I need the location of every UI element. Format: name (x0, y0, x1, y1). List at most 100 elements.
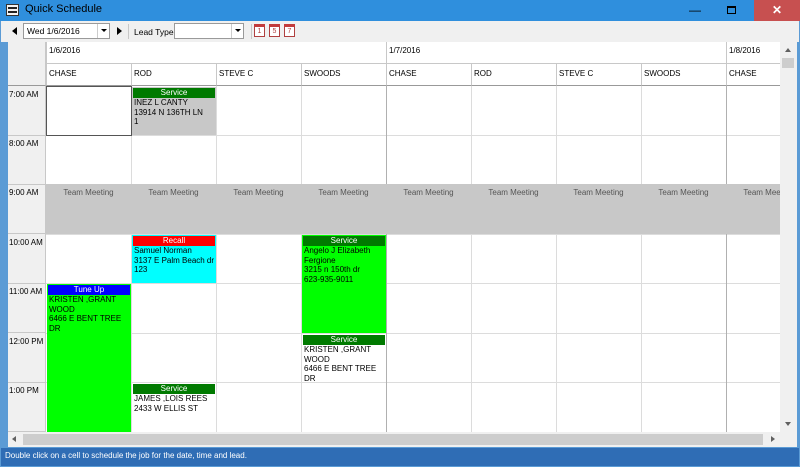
customer-name: KRISTEN ,GRANT WOOD (304, 345, 371, 364)
customer-name: JAMES ,LOIS REES (134, 394, 208, 403)
customer-extra: 1 (134, 117, 139, 126)
lead-column-header: SWOODS (301, 64, 386, 86)
quick-schedule-window: Quick Schedule — ✕ Wed 1/6/2016 Lead Typ… (0, 0, 800, 467)
appointment-type-bar: Tune Up (48, 285, 130, 295)
appointment-card[interactable]: Service JAMES ,LOIS REES 2433 W ELLIS ST (132, 383, 216, 432)
customer-address: 3215 n 150th dr (304, 265, 361, 274)
customer-name: KRISTEN ,GRANT WOOD (49, 295, 116, 314)
team-meeting-label: Team Meeting (233, 188, 284, 197)
appointment-card[interactable]: Service Angelo J Elizabeth Fergione 3215… (302, 235, 386, 333)
team-meeting-label: Team Meeting (573, 188, 624, 197)
appointment-type-bar: Service (133, 384, 215, 394)
next-day-arrow-icon[interactable] (117, 27, 122, 35)
date-header-label: 1/6/2016 (49, 46, 81, 55)
appointment-card[interactable]: Recall Samuel Norman 3137 E Palm Beach d… (132, 235, 216, 283)
team-meeting-label: Team Meeting (658, 188, 709, 197)
customer-address: 6466 E BENT TREE DR (49, 314, 122, 333)
lead-type-label: Lead Type (134, 27, 174, 37)
customer-phone: 623-935-9011 (304, 274, 354, 284)
week-view-calendar-icon[interactable]: 7 (284, 24, 295, 37)
grid-corner (8, 42, 46, 86)
grid-line (641, 86, 642, 432)
grid-line (556, 86, 557, 432)
lead-name: STEVE C (219, 69, 254, 78)
appointment-type-bar: Recall (133, 236, 215, 246)
team-meeting-label: Team Meeting (148, 188, 199, 197)
appointment-type-bar: Service (303, 236, 385, 246)
schedule-grid[interactable]: 1/6/2016 1/7/2016 1/8/2016 CHASE ROD STE… (8, 42, 780, 432)
team-meeting-label: Team Meeting (318, 188, 369, 197)
app-icon (6, 4, 19, 16)
close-button[interactable]: ✕ (754, 0, 800, 21)
team-meeting-label: Team Meeting (63, 188, 114, 197)
date-header: 1/6/2016 (46, 42, 386, 64)
customer-name: Samuel Norman (134, 246, 192, 255)
scroll-down-arrow-icon[interactable] (785, 422, 791, 426)
time-label: 10:00 AM (8, 234, 46, 284)
customer-address: 2433 W ELLIS ST (134, 403, 199, 413)
vertical-scrollbar[interactable] (780, 42, 797, 432)
scroll-up-arrow-icon[interactable] (785, 48, 791, 52)
time-label: 8:00 AM (8, 135, 46, 185)
toolbar: Wed 1/6/2016 Lead Type 1 5 7 (1, 21, 799, 42)
date-header: 1/8/2016 (726, 42, 780, 64)
appointment-type-bar: Service (303, 335, 385, 345)
maximize-button[interactable] (712, 0, 750, 21)
toolbar-divider (128, 24, 129, 39)
customer-extra: 123 (134, 265, 148, 274)
lead-name: SWOODS (304, 69, 341, 78)
window-title: Quick Schedule (25, 3, 103, 15)
lead-name: SWOODS (644, 69, 681, 78)
date-dropdown-chevron-icon[interactable] (97, 24, 109, 38)
grid-line (46, 135, 780, 136)
team-meeting-label: Team Meeting (743, 188, 780, 197)
lead-name: ROD (474, 69, 492, 78)
vertical-scroll-thumb[interactable] (782, 58, 794, 68)
lead-name: CHASE (729, 69, 757, 78)
customer-address: 3137 E Palm Beach dr (134, 255, 215, 265)
lead-column-header: STEVE C (216, 64, 301, 86)
team-meeting-label: Team Meeting (403, 188, 454, 197)
time-label: 11:00 AM (8, 283, 46, 333)
day-view-calendar-icon[interactable]: 1 (254, 24, 265, 37)
lead-name: CHASE (49, 69, 77, 78)
appointment-card[interactable]: Service INEZ L CANTY 13914 N 136TH LN 1 (132, 87, 216, 135)
time-label: 1:00 PM (8, 382, 46, 432)
selected-cell[interactable] (46, 86, 132, 136)
time-column: 7:00 AM 8:00 AM 9:00 AM 10:00 AM 11:00 A… (8, 86, 46, 432)
scrollbar-corner (780, 432, 797, 447)
lead-type-select[interactable] (174, 23, 244, 39)
scroll-right-arrow-icon[interactable] (771, 436, 775, 442)
horizontal-scroll-thumb[interactable] (23, 434, 763, 445)
lead-type-chevron-icon[interactable] (231, 24, 243, 38)
title-bar: Quick Schedule — ✕ (0, 0, 800, 21)
previous-day-arrow-icon[interactable] (12, 27, 17, 35)
appointment-card[interactable]: Tune Up KRISTEN ,GRANT WOOD 6466 E BENT … (47, 284, 131, 432)
time-label: 7:00 AM (8, 86, 46, 136)
lead-column-header: ROD (131, 64, 216, 86)
date-header-label: 1/7/2016 (389, 46, 421, 55)
appointment-card[interactable]: Service KRISTEN ,GRANT WOOD 6466 E BENT … (302, 334, 386, 383)
lead-column-header: STEVE C (556, 64, 641, 86)
grid-line (471, 86, 472, 432)
grid-line (726, 86, 727, 432)
lead-column-header: CHASE (386, 64, 471, 86)
lead-column-header: SWOODS (641, 64, 726, 86)
customer-name: INEZ L CANTY (134, 98, 188, 107)
scroll-left-arrow-icon[interactable] (12, 436, 16, 442)
workweek-view-calendar-icon[interactable]: 5 (269, 24, 280, 37)
time-label: 12:00 PM (8, 333, 46, 383)
customer-address: 6466 E BENT TREE DR (304, 364, 377, 383)
lead-column-header: CHASE (726, 64, 780, 86)
status-bar: Double click on a cell to schedule the j… (1, 448, 799, 466)
date-picker[interactable]: Wed 1/6/2016 (23, 23, 110, 39)
grid-line (46, 283, 780, 284)
minimize-button[interactable]: — (682, 0, 708, 21)
time-label: 9:00 AM (8, 184, 46, 234)
horizontal-scrollbar[interactable] (8, 432, 780, 447)
lead-column-header: ROD (471, 64, 556, 86)
grid-line (386, 86, 387, 432)
lead-name: CHASE (389, 69, 417, 78)
customer-address: 13914 N 136TH LN (134, 107, 203, 117)
date-header-label: 1/8/2016 (729, 46, 761, 55)
